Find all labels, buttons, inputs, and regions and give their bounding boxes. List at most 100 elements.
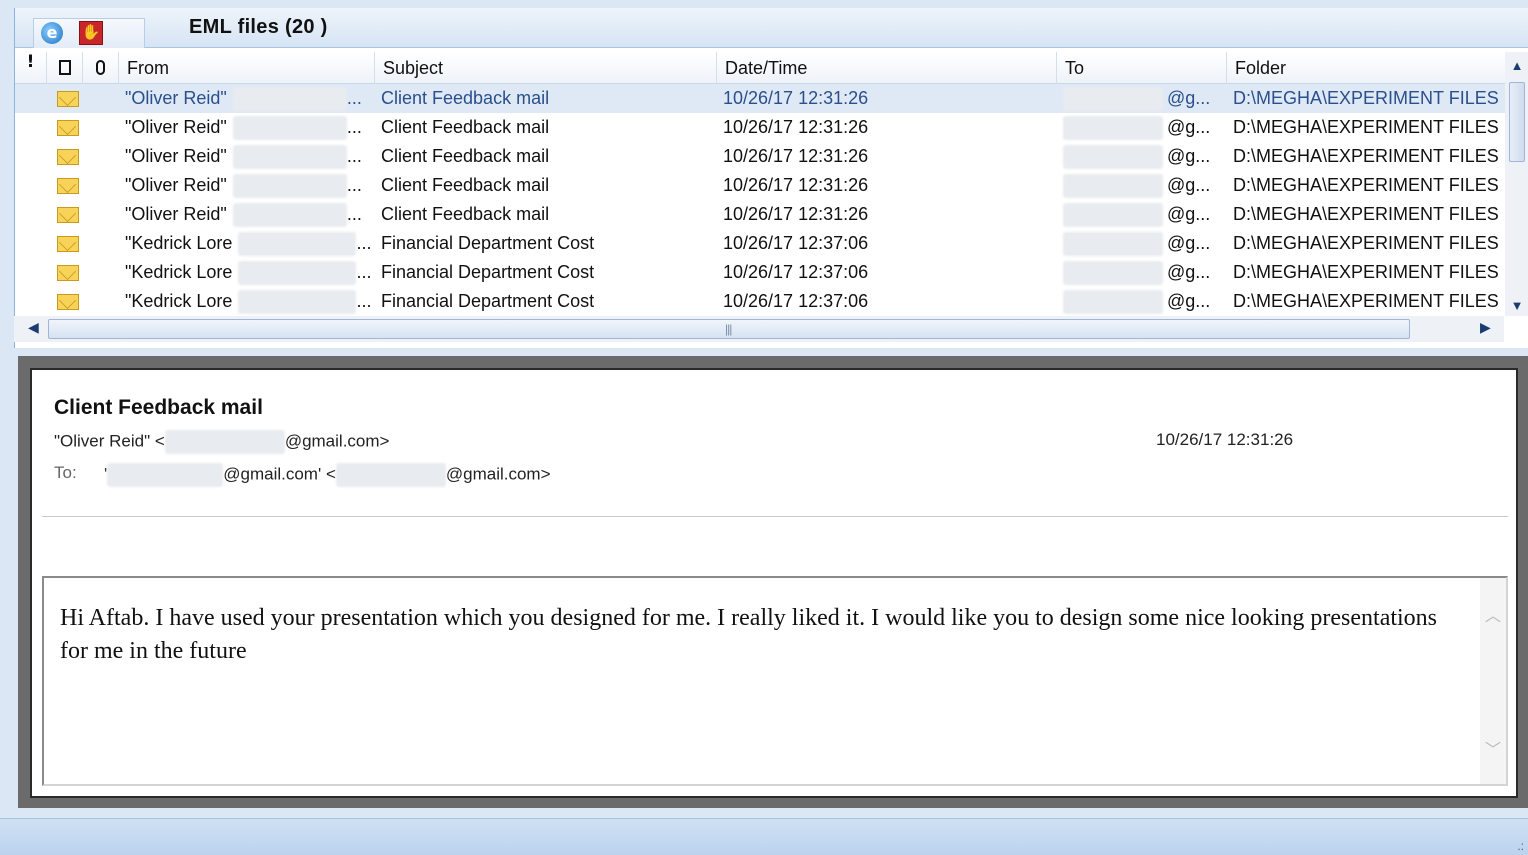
to-label: To: xyxy=(54,463,77,482)
subject-cell: Financial Department Cost xyxy=(381,262,595,282)
ellipsis: ... xyxy=(346,204,362,224)
importance-column-header[interactable]: ! xyxy=(15,52,47,84)
date-cell: 10/26/17 12:37:06 xyxy=(723,262,869,282)
date-column-header[interactable]: Date/Time xyxy=(717,52,1057,84)
folder-cell: D:\MEGHA\EXPERIMENT FILES xyxy=(1233,204,1499,224)
to-text: @g... xyxy=(1167,291,1211,311)
subject-cell: Financial Department Cost xyxy=(381,233,595,253)
folder-cell: D:\MEGHA\EXPERIMENT FILES xyxy=(1233,233,1499,253)
from-text: "Kedrick Lore xyxy=(125,291,233,311)
document-icon xyxy=(58,60,71,75)
date-cell: 10/26/17 12:31:26 xyxy=(723,175,869,195)
envelope-icon xyxy=(57,149,79,165)
list-title-bar: e ✋ EML files (20 ) xyxy=(15,8,1528,48)
ellipsis: ... xyxy=(356,233,372,253)
date-cell: 10/26/17 12:31:26 xyxy=(723,204,869,224)
ellipsis: ... xyxy=(346,146,362,166)
table-row[interactable]: "Kedrick Lore... Financial Department Cos… xyxy=(15,229,1505,258)
redacted-address xyxy=(1063,87,1163,112)
vertical-scroll-thumb[interactable] xyxy=(1509,82,1525,162)
date-cell: 10/26/17 12:31:26 xyxy=(723,117,869,137)
table-row[interactable]: "Oliver Reid"... Client Feedback mail 10/2… xyxy=(15,113,1505,142)
preview-date: 10/26/17 12:31:26 xyxy=(1156,430,1294,449)
preview-subject: Client Feedback mail xyxy=(54,396,263,419)
folder-cell: D:\MEGHA\EXPERIMENT FILES xyxy=(1233,262,1499,282)
redacted-address xyxy=(107,463,224,487)
preview-from: "Oliver Reid" < @gmail.com> xyxy=(54,430,389,454)
to-cell: @g... xyxy=(1057,171,1227,200)
grid-header: ! From Subject Date/Time To Folder xyxy=(15,52,1505,84)
to-column-header[interactable]: To xyxy=(1057,52,1227,84)
from-column-header[interactable]: From xyxy=(119,52,375,84)
redacted-address xyxy=(238,232,357,257)
envelope-icon xyxy=(57,91,79,107)
table-row[interactable]: "Kedrick Lore... Financial Department Cos… xyxy=(15,258,1505,287)
ellipsis: ... xyxy=(356,262,372,282)
from-text: "Oliver Reid" xyxy=(125,146,227,166)
subject-cell: Client Feedback mail xyxy=(381,175,550,195)
date-cell: 10/26/17 12:37:06 xyxy=(723,233,869,253)
subject-cell: Client Feedback mail xyxy=(381,117,550,137)
from-cell: "Oliver Reid"... xyxy=(119,171,375,200)
from-cell: "Oliver Reid"... xyxy=(119,200,375,229)
subject-cell: Client Feedback mail xyxy=(381,88,550,108)
redacted-address xyxy=(164,430,285,454)
to-part3: @gmail.com> xyxy=(445,464,551,484)
folder-cell: D:\MEGHA\EXPERIMENT FILES xyxy=(1233,291,1499,311)
envelope-icon xyxy=(57,265,79,281)
horizontal-scroll-thumb[interactable]: ||| xyxy=(48,319,1410,339)
vertical-scrollbar[interactable]: ▲ ▼ xyxy=(1505,52,1528,316)
folder-column-header[interactable]: Folder xyxy=(1227,52,1505,84)
grip-icon: ||| xyxy=(725,322,732,336)
envelope-icon xyxy=(57,236,79,252)
redacted-address xyxy=(1063,116,1163,141)
redacted-address xyxy=(232,116,347,141)
scroll-down-icon[interactable]: ▼ xyxy=(1505,296,1528,316)
horizontal-scrollbar[interactable]: ◀ ||| ▶ xyxy=(14,316,1504,342)
envelope-icon xyxy=(57,207,79,223)
to-text: @g... xyxy=(1167,204,1211,224)
message-body[interactable]: Hi Aftab. I have used your presentation … xyxy=(42,576,1508,786)
document-column-header[interactable] xyxy=(47,52,83,84)
subject-column-header[interactable]: Subject xyxy=(375,52,717,84)
message-preview: Client Feedback mail "Oliver Reid" < @gma… xyxy=(30,368,1518,798)
subject-cell: Client Feedback mail xyxy=(381,146,550,166)
table-row[interactable]: "Oliver Reid"... Client Feedback mail 10/2… xyxy=(15,171,1505,200)
ellipsis: ... xyxy=(346,88,362,108)
header-divider xyxy=(42,516,1508,517)
from-cell: "Oliver Reid"... xyxy=(119,142,375,171)
table-row[interactable]: "Oliver Reid"... Client Feedback mail 10/2… xyxy=(15,84,1505,113)
redacted-address xyxy=(238,290,357,315)
scroll-up-icon[interactable]: ▲ xyxy=(1505,56,1528,76)
ellipsis: ... xyxy=(356,291,372,311)
table-row[interactable]: "Kedrick Lore... Financial Department Cos… xyxy=(15,287,1505,316)
stop-hand-icon[interactable]: ✋ xyxy=(79,21,103,45)
envelope-icon xyxy=(57,120,79,136)
redacted-address xyxy=(1063,174,1163,199)
to-text: @g... xyxy=(1167,117,1211,137)
date-cell: 10/26/17 12:37:06 xyxy=(723,291,869,311)
to-cell: @g... xyxy=(1057,229,1227,258)
redacted-address xyxy=(232,174,347,199)
folder-cell: D:\MEGHA\EXPERIMENT FILES xyxy=(1233,117,1499,137)
internet-explorer-icon[interactable]: e xyxy=(41,22,63,44)
resize-grip-icon[interactable]: .: xyxy=(1517,839,1524,853)
chevron-up-icon[interactable]: ︿ xyxy=(1480,602,1506,626)
from-cell: "Oliver Reid"... xyxy=(119,84,375,113)
table-row[interactable]: "Oliver Reid"... Client Feedback mail 10/2… xyxy=(15,142,1505,171)
scroll-right-icon[interactable]: ▶ xyxy=(1480,319,1491,336)
attachment-column-header[interactable] xyxy=(83,52,119,84)
table-row[interactable]: "Oliver Reid"... Client Feedback mail 10/2… xyxy=(15,200,1505,229)
to-text: @g... xyxy=(1167,146,1211,166)
date-cell: 10/26/17 12:31:26 xyxy=(723,88,869,108)
status-bar: .: xyxy=(0,818,1528,855)
email-viewer-window: e ✋ EML files (20 ) ! From Subject Date/… xyxy=(0,0,1528,855)
from-suffix: @gmail.com> xyxy=(284,431,390,451)
scroll-left-icon[interactable]: ◀ xyxy=(28,319,39,336)
body-scrollbar[interactable]: ︿ ﹀ xyxy=(1480,578,1506,784)
envelope-icon xyxy=(57,178,79,194)
chevron-down-icon[interactable]: ﹀ xyxy=(1480,736,1506,760)
to-text: @g... xyxy=(1167,88,1211,108)
ellipsis: ... xyxy=(346,117,362,137)
message-body-text: Hi Aftab. I have used your presentation … xyxy=(60,605,1438,664)
